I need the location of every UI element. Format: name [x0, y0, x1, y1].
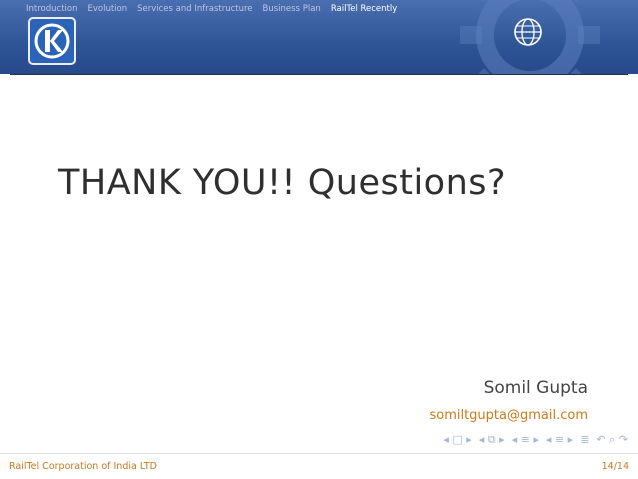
slide-header: Introduction Evolution Services and Infr… [0, 0, 638, 74]
section-nav-icon[interactable]: ◂ ≡ ▸ [546, 433, 573, 446]
beamer-navigation-icons[interactable]: ◂ □ ▸ ◂ ⧉ ▸ ◂ ≡ ▸ ◂ ≡ ▸ ≣ ↶ ⌕ ↷ [443, 433, 628, 447]
page-number: 14/14 [601, 461, 629, 472]
prev-subsection-icon[interactable]: ◂ ⧉ ▸ [479, 433, 505, 446]
align-icon[interactable]: ≣ [580, 433, 589, 446]
nav-item-business-plan[interactable]: Business Plan [263, 4, 321, 14]
footer-organization: RailTel Corporation of India LTD [9, 461, 157, 472]
author-email[interactable]: somiltgupta@gmail.com [429, 408, 588, 423]
nav-item-services[interactable]: Services and Infrastructure [137, 4, 252, 14]
slide-title: THANK YOU!! Questions? [58, 163, 507, 203]
kde-logo-icon [28, 17, 76, 65]
globe-icon [514, 18, 542, 46]
prev-section-icon[interactable]: ◂ ≡ ▸ [512, 433, 539, 446]
nav-item-introduction[interactable]: Introduction [26, 4, 77, 14]
footer-rule [0, 453, 638, 454]
prev-frame-icon[interactable]: ◂ □ ▸ [443, 433, 471, 446]
header-rule [10, 74, 628, 75]
search-back-forward-icon[interactable]: ↶ ⌕ ↷ [596, 433, 628, 446]
author-name: Somil Gupta [483, 378, 588, 398]
nav-item-evolution[interactable]: Evolution [87, 4, 127, 14]
nav-item-railtel-recently[interactable]: RailTel Recently [331, 4, 397, 14]
